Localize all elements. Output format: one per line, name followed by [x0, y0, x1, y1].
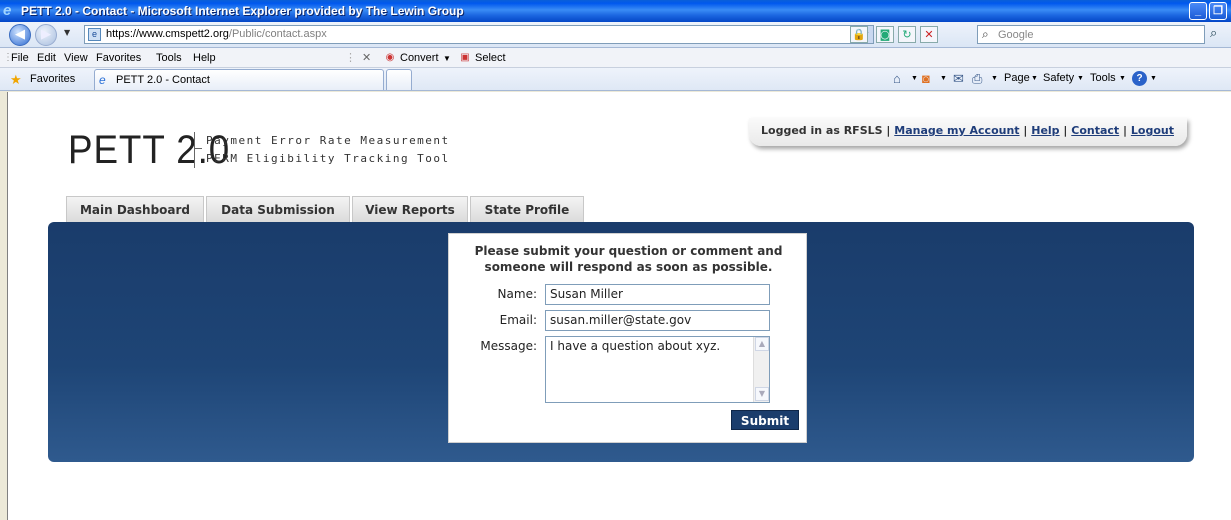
logged-in-text: Logged in as RFSLS	[761, 124, 883, 137]
url-text: https://www.cmspett2.org/Public/contact.…	[106, 28, 327, 40]
menu-file[interactable]: File	[11, 52, 29, 64]
logo-divider-tick	[194, 148, 202, 149]
search-input[interactable]: ⌕ Google	[977, 25, 1205, 44]
window-title: PETT 2.0 - Contact - Microsoft Internet …	[21, 4, 464, 18]
new-tab-button[interactable]	[386, 69, 412, 90]
menu-tools[interactable]: Tools	[156, 52, 182, 64]
message-text: I have a question about xyz.	[550, 339, 721, 353]
safety-menu[interactable]: Safety	[1043, 72, 1074, 84]
forward-arrow-icon: ▶	[41, 27, 51, 42]
form-heading-line2: someone will respond as soon as possible…	[484, 260, 773, 274]
logo-divider	[194, 132, 195, 168]
home-dropdown-icon[interactable]: ▼	[911, 75, 918, 82]
email-label: Email:	[499, 313, 537, 327]
browser-tab-active[interactable]: e PETT 2.0 - Contact	[94, 69, 384, 90]
scroll-down-icon[interactable]: ▼	[755, 387, 769, 401]
help-icon[interactable]: ?	[1132, 71, 1147, 86]
menu-bar: ⋮ File Edit View Favorites Tools Help ⋮ …	[0, 48, 1231, 68]
message-field[interactable]: I have a question about xyz. ▲ ▼	[545, 336, 770, 403]
scroll-up-icon[interactable]: ▲	[755, 337, 769, 351]
search-placeholder: Google	[998, 29, 1034, 41]
forward-button[interactable]: ▶	[35, 24, 57, 46]
minimize-icon: _	[1194, 5, 1202, 17]
logo-tagline-2: PERM Eligibility Tracking Tool	[206, 152, 450, 165]
message-label: Message:	[480, 339, 537, 353]
page-icon: e	[88, 28, 101, 41]
submit-button[interactable]: Submit	[731, 410, 799, 430]
search-icon[interactable]: ⌕	[1210, 26, 1228, 43]
back-arrow-icon: ◀	[15, 27, 25, 42]
favorites-button[interactable]: Favorites	[30, 73, 75, 85]
user-bar: Logged in as RFSLS | Manage my Account |…	[749, 118, 1187, 146]
compatibility-icon[interactable]: ◙	[876, 26, 894, 43]
menu-favorites[interactable]: Favorites	[96, 52, 141, 64]
page-menu[interactable]: Page	[1004, 72, 1030, 84]
form-heading-line1: Please submit your question or comment a…	[474, 244, 783, 258]
contact-form: Please submit your question or comment a…	[448, 233, 807, 443]
ie-logo-icon: e	[3, 2, 12, 19]
message-scrollbar[interactable]: ▲ ▼	[753, 337, 769, 402]
back-button[interactable]: ◀	[9, 24, 31, 46]
window-title-bar[interactable]: e PETT 2.0 - Contact - Microsoft Interne…	[0, 0, 1231, 22]
favorites-bar: ★ Favorites e PETT 2.0 - Contact ⌂ ▼ ◙ ▼…	[0, 68, 1231, 91]
select-button[interactable]: Select	[475, 52, 506, 64]
convert-icon: ◉	[385, 52, 395, 63]
menu-edit[interactable]: Edit	[37, 52, 56, 64]
favorites-star-icon: ★	[10, 72, 22, 87]
restore-button[interactable]: ❐	[1209, 2, 1227, 20]
stop-icon[interactable]: ✕	[920, 26, 938, 43]
address-input[interactable]: e https://www.cmspett2.org/Public/contac…	[84, 25, 874, 44]
contact-link[interactable]: Contact	[1071, 124, 1119, 137]
tools-menu[interactable]: Tools	[1090, 72, 1116, 84]
search-provider-icon: ⌕	[982, 27, 989, 41]
logo-tagline-1: Payment Error Rate Measurement	[206, 134, 450, 147]
history-dropdown-icon[interactable]: ▼	[64, 28, 70, 37]
convert-dropdown-icon[interactable]: ▼	[443, 54, 451, 63]
name-field[interactable]: Susan Miller	[545, 284, 770, 305]
minimize-button[interactable]: _	[1189, 2, 1207, 20]
restore-icon: ❐	[1213, 5, 1223, 17]
toolbar-separator: ⋮	[345, 52, 356, 64]
tab-data-submission[interactable]: Data Submission	[206, 196, 350, 223]
close-toolbar-icon[interactable]: ✕	[362, 51, 371, 64]
form-heading: Please submit your question or comment a…	[449, 243, 808, 275]
refresh-icon[interactable]: ↻	[898, 26, 916, 43]
feeds-dropdown-icon[interactable]: ▼	[940, 75, 947, 82]
name-label: Name:	[497, 287, 537, 301]
tab-main-dashboard[interactable]: Main Dashboard	[66, 196, 204, 223]
home-icon[interactable]: ⌂	[893, 71, 901, 86]
tab-ie-icon: e	[99, 73, 106, 87]
lock-icon[interactable]: 🔒	[850, 26, 868, 43]
print-icon[interactable]: ⎙	[972, 71, 982, 87]
menu-view[interactable]: View	[64, 52, 88, 64]
help-link[interactable]: Help	[1031, 124, 1059, 137]
convert-button[interactable]: Convert	[400, 52, 439, 64]
email-field[interactable]: susan.miller@state.gov	[545, 310, 770, 331]
page-viewport: PETT 2.0 Payment Error Rate Measurement …	[7, 92, 1231, 520]
read-mail-icon[interactable]: ✉	[953, 71, 964, 87]
tab-state-profile[interactable]: State Profile	[470, 196, 584, 223]
safety-dropdown-icon: ▼	[1077, 75, 1084, 82]
print-dropdown-icon[interactable]: ▼	[991, 75, 998, 82]
tab-view-reports[interactable]: View Reports	[352, 196, 468, 223]
page-dropdown-icon: ▼	[1031, 75, 1038, 82]
address-toolbar: ◀ ▶ ▼ e https://www.cmspett2.org/Public/…	[0, 22, 1231, 48]
logout-link[interactable]: Logout	[1131, 124, 1174, 137]
menu-help[interactable]: Help	[193, 52, 216, 64]
tab-title: PETT 2.0 - Contact	[116, 74, 210, 86]
select-icon: ▣	[460, 52, 470, 63]
manage-account-link[interactable]: Manage my Account	[894, 124, 1019, 137]
tools-dropdown-icon: ▼	[1119, 75, 1126, 82]
help-dropdown-icon[interactable]: ▼	[1150, 75, 1157, 82]
feeds-icon[interactable]: ◙	[922, 71, 930, 86]
